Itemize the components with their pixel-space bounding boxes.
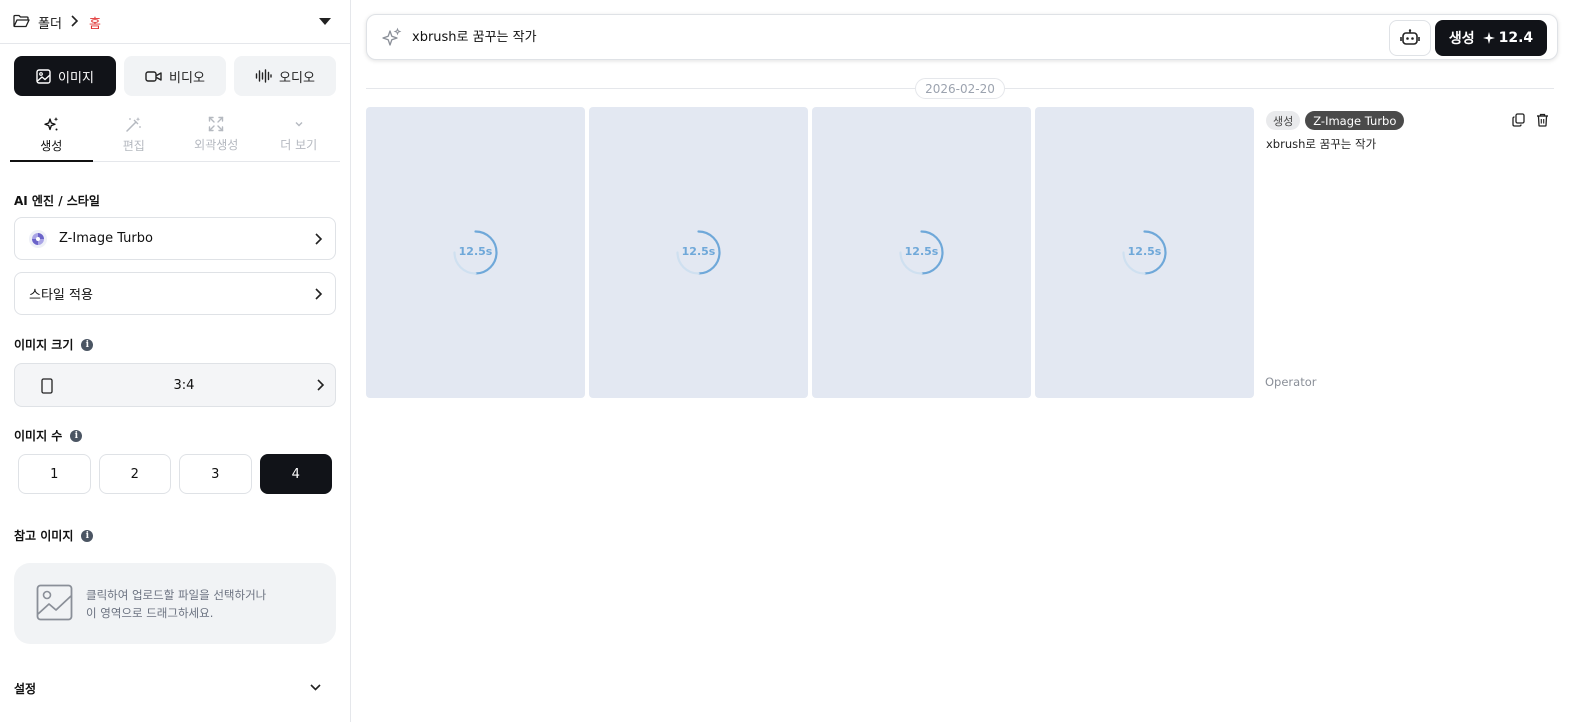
- tab-more[interactable]: 더 보기: [258, 110, 341, 161]
- video-icon: [145, 70, 162, 82]
- magic-wand-icon: [126, 117, 142, 132]
- upload-line-1: 클릭하여 업로드할 파일을 선택하거나: [86, 588, 267, 602]
- trash-icon[interactable]: [1536, 113, 1549, 127]
- upload-instructions: 클릭하여 업로드할 파일을 선택하거나 이 영역으로 드래그하세요.: [86, 586, 266, 622]
- engine-section-title: AI 엔진 / 스타일: [14, 194, 100, 208]
- tab-image[interactable]: 이미지: [14, 56, 116, 96]
- caret-down-icon[interactable]: [318, 16, 332, 26]
- tab-image-label: 이미지: [58, 70, 94, 86]
- chevron-right-icon: [317, 379, 325, 391]
- prompt-bar: 생성 12.4: [366, 14, 1558, 60]
- copy-icon[interactable]: [1512, 113, 1525, 127]
- tab-outpaint[interactable]: 외곽생성: [175, 110, 258, 161]
- generate-cost: 12.4: [1482, 30, 1534, 46]
- sparkle-icon: [382, 27, 402, 46]
- tab-outpaint-label: 외곽생성: [194, 138, 239, 152]
- generate-cost-value: 12.4: [1498, 30, 1534, 46]
- generation-type-badge: 생성: [1266, 111, 1301, 130]
- image-count-label: 이미지 수 i: [14, 427, 83, 444]
- ai-assistant-button[interactable]: [1389, 20, 1431, 56]
- expand-icon: [209, 116, 224, 132]
- generation-timer: 12.5s: [458, 245, 493, 258]
- image-count-selector: 1 2 3 4: [18, 454, 332, 494]
- media-type-tabs: 이미지 비디오 오디오: [14, 56, 336, 96]
- count-option-3[interactable]: 3: [179, 454, 252, 494]
- tab-audio[interactable]: 오디오: [234, 56, 336, 96]
- settings-toggle[interactable]: 설정: [14, 680, 326, 698]
- generation-placeholder[interactable]: 12.5s: [366, 107, 585, 398]
- generation-placeholder[interactable]: 12.5s: [1035, 107, 1254, 398]
- generate-button[interactable]: 생성 12.4: [1435, 20, 1547, 56]
- generation-timer: 12.5s: [904, 245, 939, 258]
- audio-wave-icon: [255, 69, 272, 83]
- date-badge: 2026-02-20: [915, 78, 1005, 99]
- tab-audio-label: 오디오: [279, 70, 315, 86]
- tool-tabs: 생성 편집 외곽생성 더 보기: [10, 110, 340, 162]
- breadcrumb-folder[interactable]: 폴더: [38, 13, 62, 32]
- reference-upload-dropzone[interactable]: 클릭하여 업로드할 파일을 선택하거나 이 영역으로 드래그하세요.: [14, 563, 336, 644]
- generation-user: Operator: [1265, 375, 1317, 389]
- tab-edit-label: 편집: [122, 139, 145, 153]
- chevron-down-icon: [295, 122, 303, 127]
- image-icon: [36, 68, 51, 84]
- image-placeholder-icon: [36, 584, 73, 621]
- style-select[interactable]: 스타일 적용: [14, 272, 336, 315]
- sparkles-icon: [44, 117, 58, 131]
- chevron-right-icon: [315, 233, 323, 245]
- engine-select[interactable]: Z-Image Turbo: [14, 217, 336, 260]
- engine-section-label: AI 엔진 / 스타일: [14, 192, 100, 209]
- aspect-ratio-select[interactable]: 3:4: [14, 363, 336, 407]
- reference-image-title: 참고 이미지: [14, 529, 74, 543]
- generation-placeholder[interactable]: 12.5s: [812, 107, 1031, 398]
- info-icon[interactable]: i: [81, 529, 94, 542]
- model-badge: Z-Image Turbo: [1305, 111, 1405, 130]
- generation-placeholder[interactable]: 12.5s: [589, 107, 808, 398]
- count-option-4[interactable]: 4: [259, 454, 332, 494]
- settings-label: 설정: [14, 682, 37, 696]
- image-count-title: 이미지 수: [14, 429, 63, 443]
- breadcrumb-home[interactable]: 홈: [89, 13, 101, 32]
- generation-prompt-text: xbrush로 꿈꾸는 작가: [1266, 137, 1377, 151]
- engine-selected-label: Z-Image Turbo: [59, 231, 153, 246]
- style-select-label: 스타일 적용: [29, 288, 93, 303]
- chevron-right-icon: [71, 15, 79, 27]
- tab-generate[interactable]: 생성: [10, 110, 93, 162]
- info-icon[interactable]: i: [70, 429, 83, 442]
- generate-label: 생성: [1448, 31, 1475, 47]
- aspect-ratio-value: 3:4: [173, 378, 195, 393]
- image-size-label: 이미지 크기 i: [14, 336, 94, 353]
- tab-video[interactable]: 비디오: [124, 56, 226, 96]
- tab-video-label: 비디오: [169, 70, 205, 86]
- info-icon[interactable]: i: [81, 338, 94, 351]
- tab-more-label: 더 보기: [280, 138, 318, 152]
- generation-timer: 12.5s: [681, 245, 716, 258]
- folder-icon[interactable]: [13, 14, 30, 28]
- prompt-input[interactable]: [412, 28, 1312, 43]
- breadcrumb: 폴더 홈: [0, 0, 351, 44]
- image-size-title: 이미지 크기: [14, 338, 74, 352]
- sidebar: 폴더 홈 이미지 비디오 오디오 생성 편집 외곽생성 더 보기 AI 엔진 /…: [0, 0, 351, 722]
- chevron-down-icon: [310, 684, 321, 691]
- credit-star-icon: [1482, 32, 1495, 44]
- engine-logo-icon: [29, 229, 47, 248]
- generation-tags: 생성 Z-Image Turbo: [1266, 111, 1405, 130]
- count-option-1[interactable]: 1: [18, 454, 91, 494]
- chevron-right-icon: [315, 288, 323, 300]
- reference-image-label: 참고 이미지 i: [14, 527, 94, 544]
- generation-timer: 12.5s: [1127, 245, 1162, 258]
- count-option-2[interactable]: 2: [98, 454, 171, 494]
- tab-generate-label: 생성: [40, 139, 63, 153]
- robot-icon: [1400, 29, 1420, 45]
- tab-edit[interactable]: 편집: [93, 110, 176, 161]
- upload-line-2: 이 영역으로 드래그하세요.: [86, 606, 214, 620]
